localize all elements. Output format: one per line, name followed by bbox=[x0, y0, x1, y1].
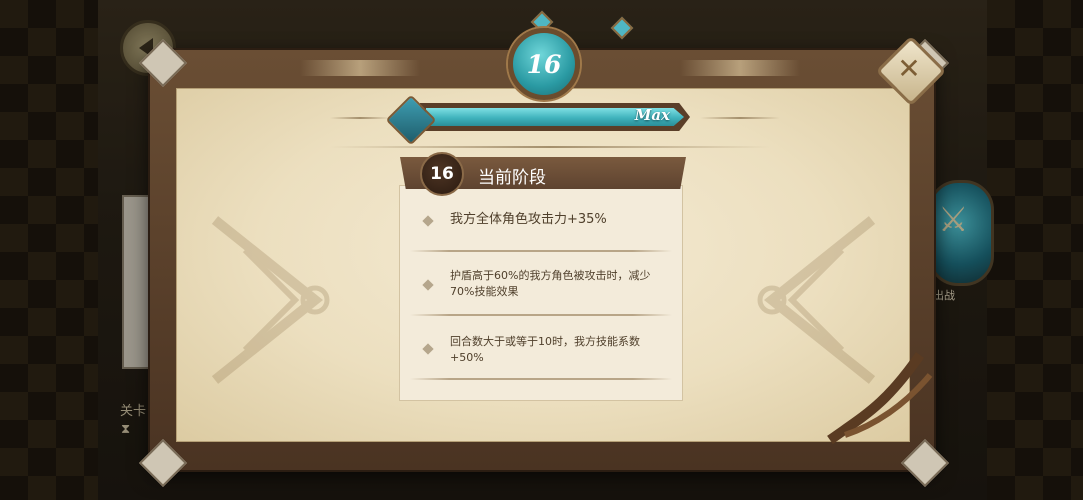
stage-number-badge: 16 bbox=[420, 152, 464, 196]
effect-divider bbox=[410, 378, 672, 380]
effect-item: 我方全体角色攻击力+35% bbox=[400, 200, 682, 252]
progress-max-label: Max bbox=[634, 106, 670, 124]
frame-ornament bbox=[680, 60, 800, 76]
vine-ornament bbox=[827, 352, 933, 445]
effect-divider bbox=[410, 314, 672, 316]
divider bbox=[330, 146, 770, 148]
diamond-bullet-icon bbox=[422, 279, 434, 291]
effect-text: 我方全体角色攻击力+35% bbox=[450, 212, 607, 227]
effect-text: 护盾高于60%的我方角色被攻击时，减少70%技能效果 bbox=[450, 269, 651, 298]
divider bbox=[330, 117, 390, 119]
effect-item: 护盾高于60%的我方角色被攻击时，减少70%技能效果 bbox=[400, 254, 682, 316]
diamond-bullet-icon bbox=[422, 215, 434, 227]
effect-text: 回合数大于或等于10时，我方技能系数+50% bbox=[450, 335, 640, 364]
rune-ornament-left bbox=[211, 216, 330, 384]
frame-ornament bbox=[300, 60, 420, 76]
effect-item: 回合数大于或等于10时，我方技能系数+50% bbox=[400, 318, 682, 380]
level-progress-bar: Max bbox=[420, 103, 690, 131]
effect-divider bbox=[410, 250, 672, 252]
divider bbox=[700, 117, 780, 119]
diamond-bullet-icon bbox=[422, 343, 434, 355]
level-badge: 16 bbox=[508, 28, 580, 100]
stage-title: 当前阶段 bbox=[478, 168, 546, 188]
